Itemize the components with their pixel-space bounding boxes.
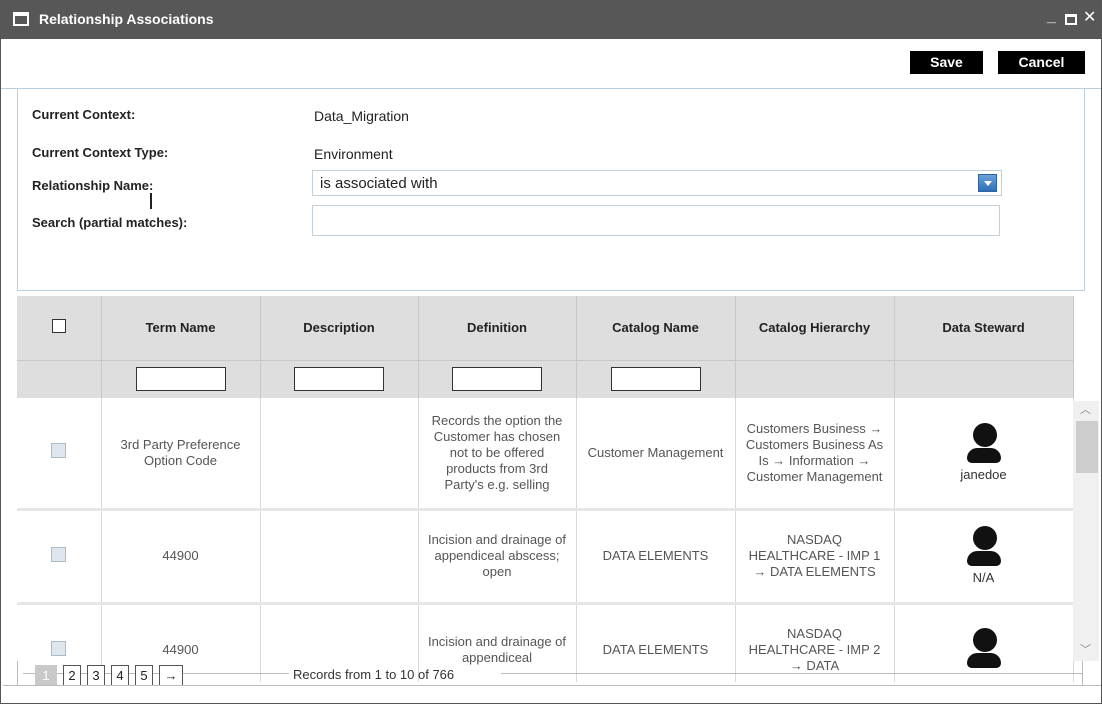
select-all-cell [17, 296, 102, 360]
save-button[interactable]: Save [910, 51, 983, 74]
next-page-button[interactable]: → [159, 665, 183, 686]
window-icon [13, 12, 29, 26]
row-checkbox[interactable] [51, 640, 67, 656]
toolbar: Save Cancel [1, 39, 1101, 89]
scroll-down-icon[interactable]: ﹀ [1080, 641, 1091, 657]
filter-row [17, 359, 1074, 398]
page-5-button[interactable]: 5 [135, 665, 153, 686]
filter-term-name-input[interactable] [135, 367, 226, 392]
page-3-button[interactable]: 3 [87, 665, 105, 686]
catalog-name-cell: DATA ELEMENTS [576, 509, 736, 605]
text-cursor [150, 193, 152, 209]
filter-definition-input[interactable] [452, 367, 542, 392]
row-checkbox[interactable] [51, 546, 67, 562]
context-form: Current Context: Data_Migration Current … [17, 89, 1085, 291]
chevron-down-icon[interactable] [978, 174, 997, 192]
header-row: Term Name Description Definition Catalog… [17, 296, 1074, 360]
relationship-associations-window: Relationship Associations _ ✕ Save Cance… [0, 0, 1102, 704]
filter-catalog-name-input[interactable] [610, 367, 701, 392]
description-cell [260, 509, 419, 605]
term-name-cell: 44900 [101, 509, 261, 605]
current-context-type-value: Environment [314, 146, 393, 162]
vertical-scrollbar[interactable]: ︿ ﹀ [1073, 401, 1099, 661]
catalog-name-cell: Customer Management [576, 398, 736, 511]
relationship-name-selected: is associated with [320, 175, 438, 192]
column-header-description[interactable]: Description [260, 296, 419, 360]
current-context-label: Current Context: [32, 107, 136, 122]
definition-cell: Incision and drainage of appendiceal abs… [418, 509, 577, 605]
data-steward-name: N/A [972, 570, 995, 586]
column-header-definition[interactable]: Definition [418, 296, 577, 360]
relationship-name-label: Relationship Name: [32, 178, 154, 193]
select-all-checkbox[interactable] [51, 319, 66, 334]
page-1-button[interactable]: 1 [35, 665, 57, 686]
minimize-icon[interactable]: _ [1047, 8, 1056, 26]
data-steward-name: janedoe [960, 466, 1007, 482]
search-label: Search (partial matches): [32, 215, 188, 230]
maximize-icon[interactable] [1065, 14, 1077, 25]
term-name-cell: 3rd Party Preference Option Code [101, 398, 261, 511]
current-context-value: Data_Migration [314, 108, 409, 124]
page-2-button[interactable]: 2 [63, 665, 81, 686]
column-header-catalog-hierarchy[interactable]: Catalog Hierarchy [735, 296, 895, 360]
row-checkbox[interactable] [51, 443, 67, 459]
column-header-data-steward[interactable]: Data Steward [894, 296, 1074, 360]
table-row[interactable]: 3rd Party Preference Option Code Records… [17, 398, 1074, 511]
associations-grid: Term Name Description Definition Catalog… [17, 296, 1101, 682]
user-avatar-icon [966, 526, 1001, 567]
page-4-button[interactable]: 4 [111, 665, 129, 686]
scrollbar-thumb[interactable] [1076, 421, 1098, 473]
scroll-up-icon[interactable]: ︿ [1080, 401, 1091, 417]
user-avatar-icon [966, 422, 1001, 463]
window-title: Relationship Associations [39, 11, 214, 27]
title-bar: Relationship Associations _ ✕ [1, 1, 1101, 39]
close-icon[interactable]: ✕ [1083, 7, 1096, 27]
search-input[interactable] [312, 205, 1000, 236]
filter-description-input[interactable] [294, 367, 384, 392]
column-header-catalog-name[interactable]: Catalog Name [576, 296, 736, 360]
pagination: 1 2 3 4 5 → Records from 1 to 10 of 766 [17, 661, 1083, 686]
catalog-hierarchy-cell: NASDAQ HEALTHCARE - IMP 1 → DATA ELEMENT… [735, 509, 895, 605]
records-status: Records from 1 to 10 of 766 [293, 667, 455, 682]
column-header-term-name[interactable]: Term Name [101, 296, 261, 360]
cancel-button[interactable]: Cancel [998, 51, 1085, 74]
description-cell [260, 398, 419, 511]
current-context-type-label: Current Context Type: [32, 145, 169, 160]
table-row[interactable]: 44900 Incision and drainage of appendice… [17, 509, 1074, 605]
relationship-name-select[interactable]: is associated with [312, 170, 1002, 196]
definition-cell: Records the option the Customer has chos… [418, 398, 577, 511]
catalog-hierarchy-cell: Customers Business → Customers Business … [735, 398, 895, 511]
